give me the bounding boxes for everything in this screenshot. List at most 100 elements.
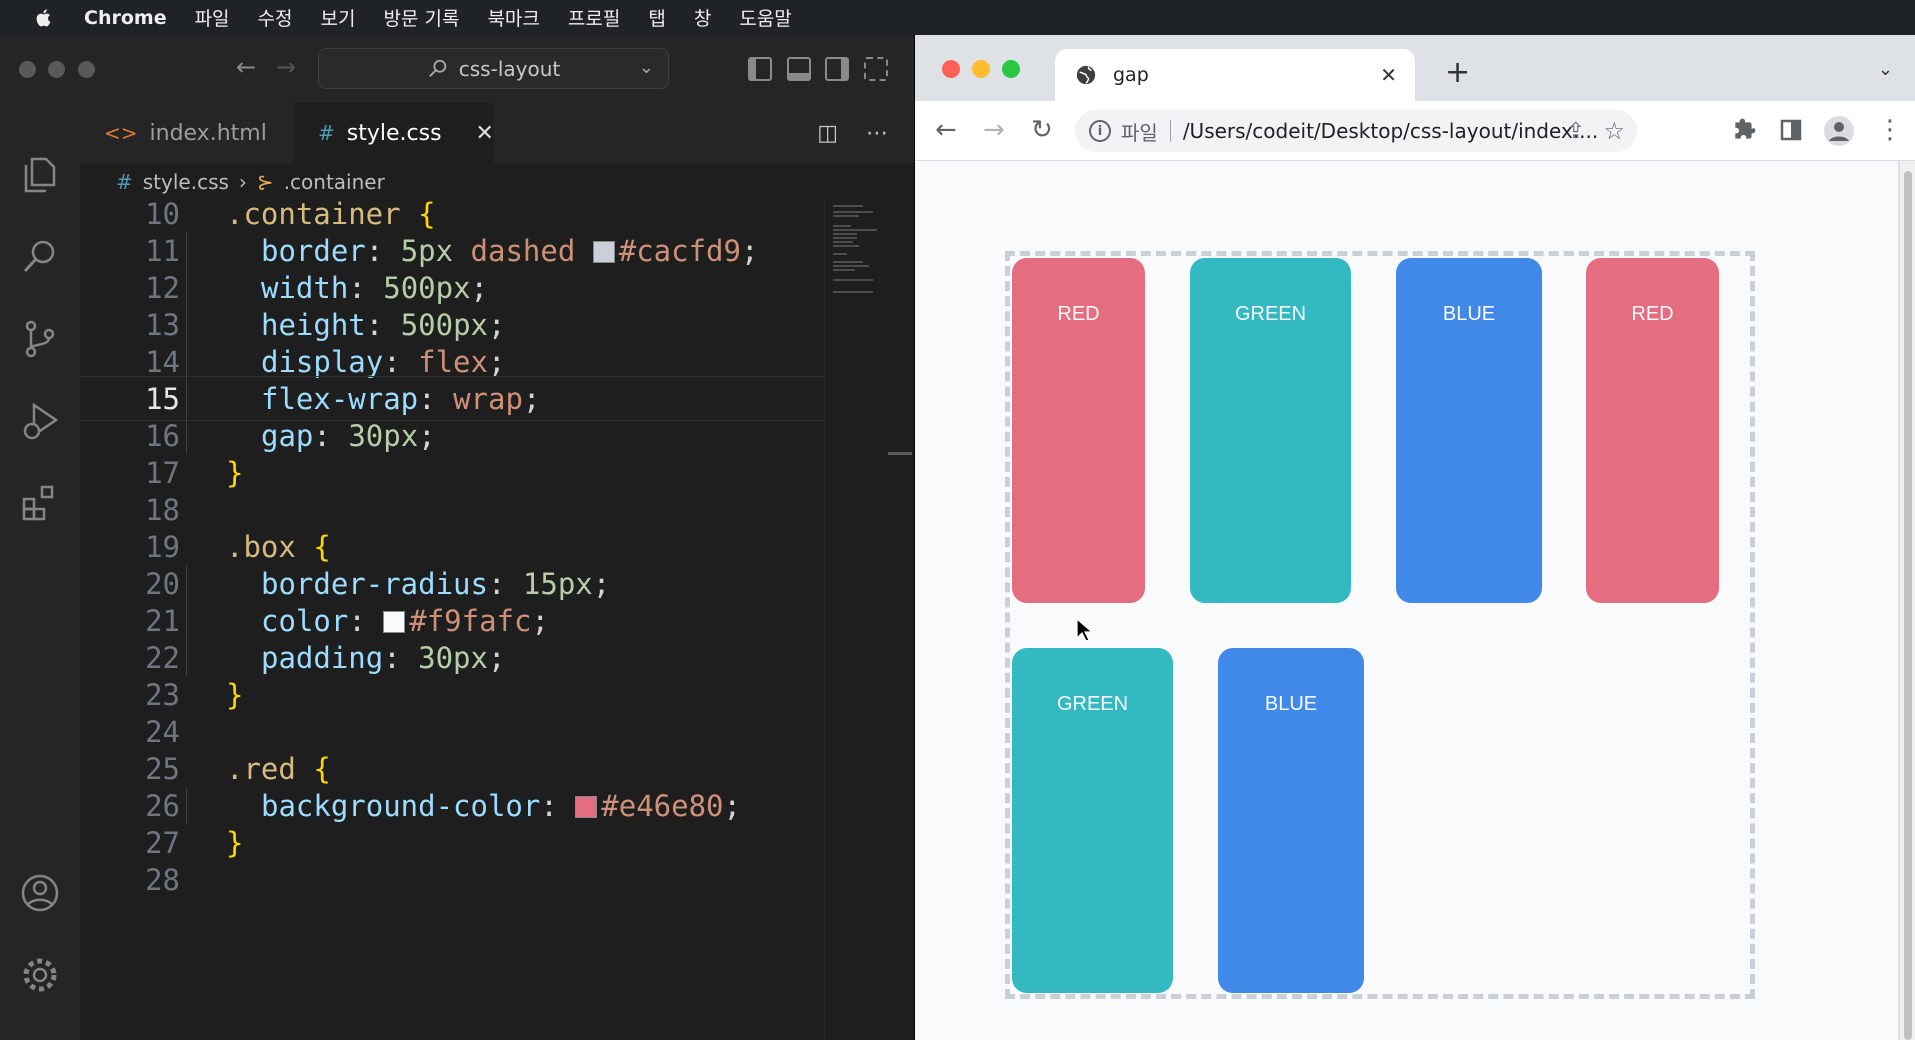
line-number: 23 [145,677,180,712]
code-token: border-radius [261,566,488,601]
box-blue-2: BLUE [1218,648,1364,993]
reload-icon[interactable]: ↻ [1031,115,1053,145]
code-token: : [365,307,401,342]
code-text: .red { [226,752,331,786]
line-number: 28 [145,862,180,897]
menu-edit[interactable]: 수정 [258,4,293,31]
code-text: flex-wrap: wrap; [226,382,540,416]
code-text: } [226,456,243,490]
code-token: #cacfd9 [618,233,741,268]
code-token: : [313,418,349,453]
code-token: { [418,201,436,231]
breadcrumb-file[interactable]: style.css [143,170,229,194]
code-token: padding [261,640,384,675]
browser-tab[interactable]: gap ✕ [1055,49,1415,101]
code-token: : [383,344,419,379]
address-bar[interactable]: i 파일 /Users/codeit/Desktop/css-layout/in… [1075,110,1637,152]
window-close-button[interactable] [19,61,36,78]
code-token: } [226,455,244,490]
line-number: 14 [145,344,180,379]
toggle-secondary-sidebar-icon[interactable] [825,57,849,81]
line-number: 21 [145,603,180,638]
menu-bookmarks[interactable]: 북마크 [487,4,539,31]
code-token: 30px [348,418,419,453]
forward-arrow-icon[interactable]: → [983,115,1005,145]
more-menu-icon[interactable]: ⋮ [1877,115,1903,145]
chevron-down-icon[interactable]: ⌄ [639,57,654,78]
menu-profiles[interactable]: 프로필 [568,4,620,31]
line-number: 15 [145,381,180,416]
color-swatch[interactable] [592,240,615,263]
toggle-sidebar-icon[interactable] [748,57,772,81]
line-number: 26 [145,788,180,823]
apple-icon[interactable] [30,7,58,29]
code-editor[interactable]: 10 .container {11 border: 5px dashed #cacf… [80,201,824,1040]
forward-arrow-icon[interactable]: → [276,53,296,81]
color-swatch[interactable] [383,610,406,633]
window-minimize-button[interactable] [972,60,990,78]
account-icon[interactable] [18,871,62,915]
window-minimize-button[interactable] [48,61,65,78]
gear-icon[interactable] [18,953,62,997]
toggle-panel-icon[interactable] [787,57,811,81]
run-debug-icon[interactable] [18,399,62,443]
code-token: height [261,307,366,342]
macos-menubar: Chrome 파일 수정 보기 방문 기록 북마크 프로필 탭 창 도움말 [0,0,1915,35]
explorer-icon[interactable] [18,153,62,197]
box-label: GREEN [1056,693,1129,715]
menu-view[interactable]: 보기 [321,4,356,31]
box-label: GREEN [1234,303,1307,325]
line-number: 13 [145,307,180,342]
color-swatch[interactable] [575,795,598,818]
code-line[interactable]: 28 [80,857,824,902]
back-arrow-icon[interactable]: ← [236,53,256,81]
info-icon[interactable]: i [1089,120,1111,142]
back-arrow-icon[interactable]: ← [935,115,957,145]
editor-scrollbar[interactable] [888,452,912,455]
menu-history[interactable]: 방문 기록 [383,4,459,31]
code-token: ; [487,640,506,675]
code-token: : [348,603,384,638]
more-actions-icon[interactable]: ⋯ [866,121,888,146]
extensions-icon[interactable] [18,481,62,525]
close-icon[interactable]: ✕ [1380,63,1397,87]
menu-help[interactable]: 도움말 [739,4,791,31]
code-token: { [313,529,331,564]
box-green-2: GREEN [1012,648,1173,993]
tab-style-css[interactable]: # style.css ✕ [294,103,494,163]
close-icon[interactable]: ✕ [476,121,494,146]
box-blue-1: BLUE [1396,258,1542,603]
app-name[interactable]: Chrome [84,7,167,29]
code-token: flex [418,344,488,379]
code-token: .container [226,201,419,231]
menu-file[interactable]: 파일 [195,4,230,31]
breadcrumb-symbol[interactable]: .container [284,170,385,194]
code-token: ; [740,233,759,268]
split-editor-icon[interactable]: ◫ [817,121,838,146]
chevron-right-icon: › [238,170,247,194]
menu-window[interactable]: 창 [694,4,711,31]
customize-layout-icon[interactable] [864,57,888,81]
tab-index-html[interactable]: <> index.html [80,103,294,163]
new-tab-icon[interactable]: + [1445,55,1470,90]
window-close-button[interactable] [942,60,960,78]
bookmark-star-icon[interactable]: ☆ [1603,117,1625,145]
profile-avatar-icon[interactable] [1823,115,1855,147]
menu-tab[interactable]: 탭 [648,4,665,31]
minimap[interactable] [824,201,894,1040]
box-red-2: RED [1586,258,1719,603]
url-text[interactable]: /Users/codeit/Desktop/css-layout/index..… [1183,119,1598,143]
command-center-search[interactable]: css-layout ⌄ [318,48,669,89]
window-zoom-button[interactable] [1002,60,1020,78]
window-zoom-button[interactable] [78,61,95,78]
side-panel-icon[interactable] [1779,118,1803,142]
chevron-down-icon[interactable]: ⌄ [1878,59,1893,80]
search-icon[interactable] [18,235,62,279]
extensions-puzzle-icon[interactable] [1731,117,1757,143]
flex-container: RED GREEN BLUE RED GREEN BLUE [1005,251,1755,999]
share-icon[interactable]: ⇪ [1567,119,1585,144]
source-control-icon[interactable] [18,317,62,361]
page-scrollbar[interactable] [1900,161,1915,1040]
editor-tabs: <> index.html # style.css ✕ ◫ ⋯ [80,103,914,163]
line-number: 18 [145,492,180,527]
